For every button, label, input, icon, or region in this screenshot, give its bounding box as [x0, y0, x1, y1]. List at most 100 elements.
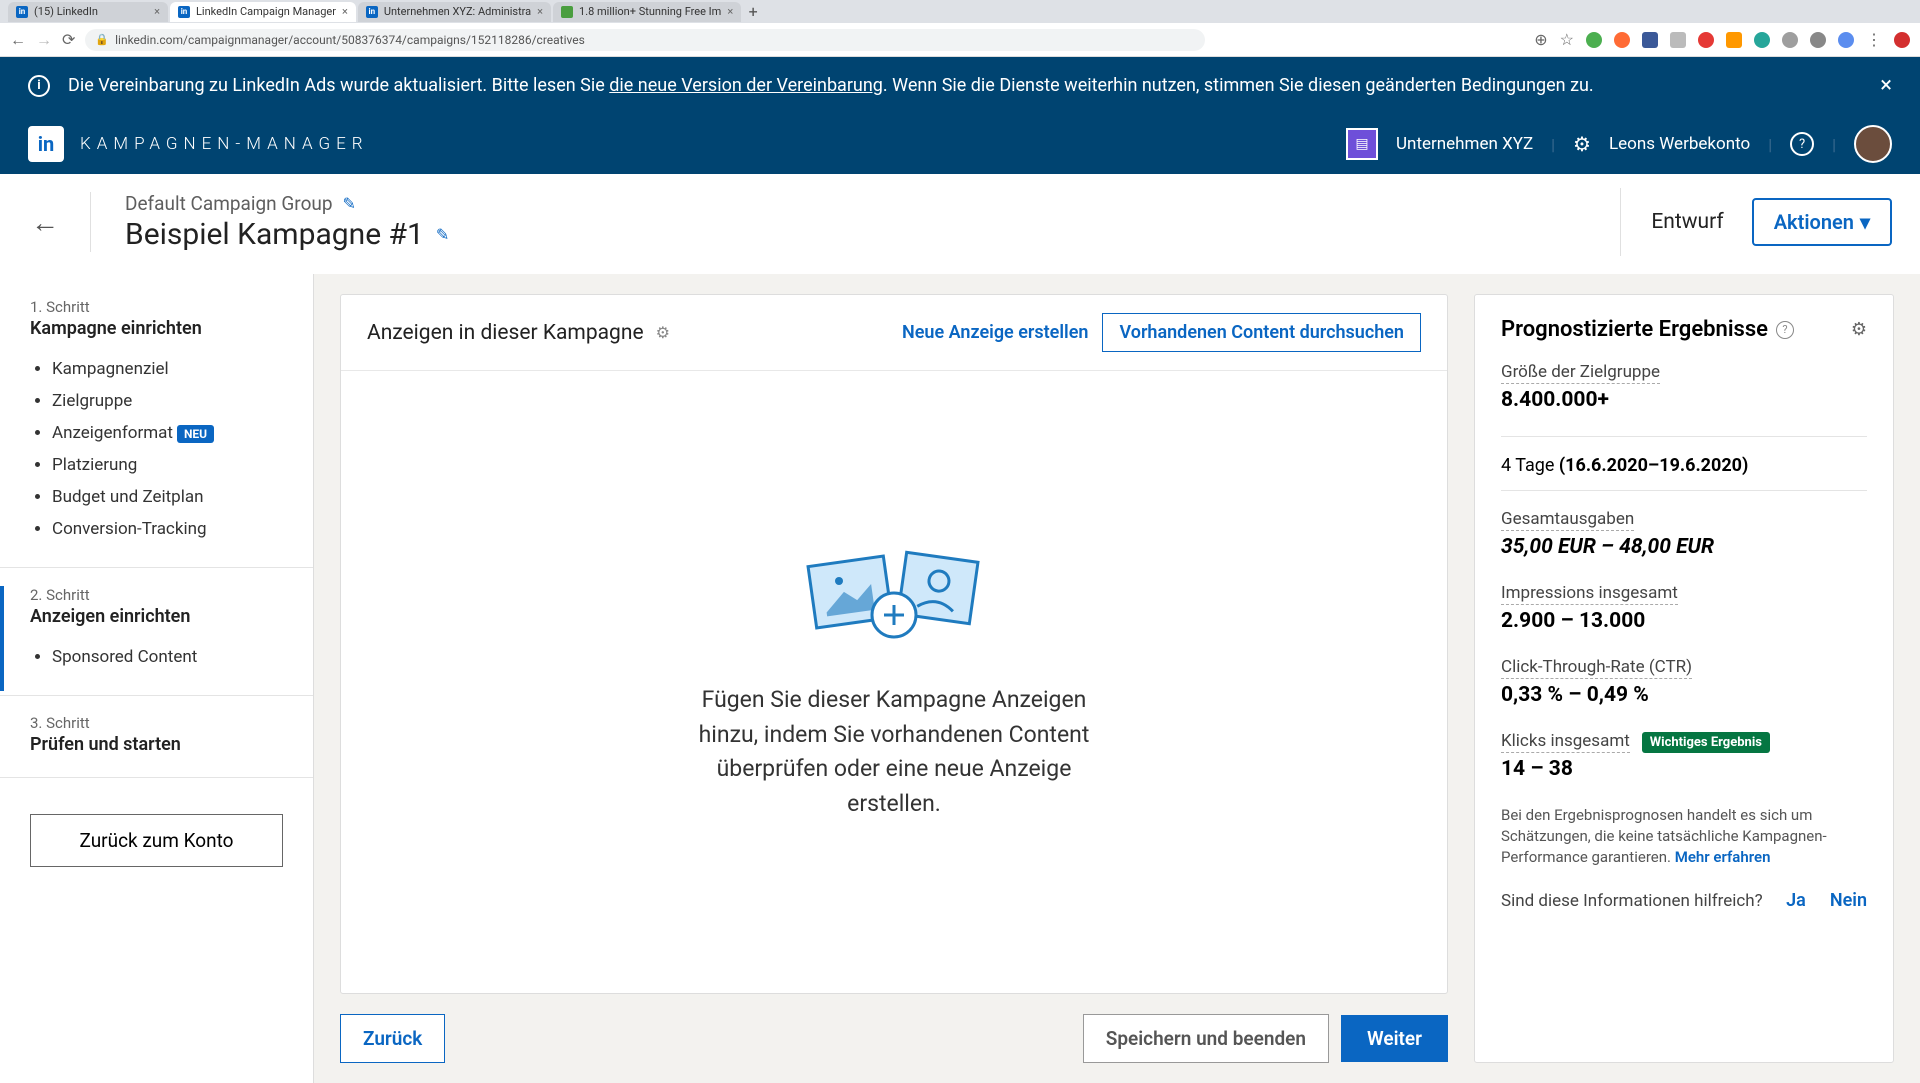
edit-icon[interactable]: ✎	[343, 194, 356, 213]
sidebar-item-anzeigenformat[interactable]: AnzeigenformatNEU	[52, 417, 283, 449]
create-ad-link[interactable]: Neue Anzeige erstellen	[902, 322, 1088, 343]
actions-button[interactable]: Aktionen▾	[1752, 198, 1892, 246]
metric-value: 8.400.000+	[1501, 388, 1867, 412]
url-text: linkedin.com/campaignmanager/account/508…	[115, 33, 585, 47]
info-icon: i	[28, 75, 50, 97]
back-arrow-icon[interactable]: ←	[0, 206, 90, 239]
extension-icon[interactable]	[1810, 32, 1826, 48]
step-title: Anzeigen einrichten	[30, 606, 283, 627]
extension-icon[interactable]	[1726, 32, 1742, 48]
step-1[interactable]: 1. Schritt Kampagne einrichten Kampagnen…	[0, 298, 313, 563]
zoom-icon[interactable]: ⊕	[1534, 30, 1547, 49]
forecast-disclaimer: Bei den Ergebnisprognosen handelt es sic…	[1501, 805, 1867, 868]
forecast-title: Prognostizierte Ergebnisse	[1501, 317, 1768, 342]
divider	[0, 777, 313, 778]
campaign-status: Entwurf	[1651, 210, 1723, 234]
browser-tab-campaign-manager[interactable]: inLinkedIn Campaign Manager×	[170, 2, 356, 22]
helpful-yes-button[interactable]: Ja	[1786, 890, 1806, 911]
close-icon[interactable]: ×	[537, 5, 543, 18]
extension-icon[interactable]	[1782, 32, 1798, 48]
agreement-link[interactable]: die neue Version der Vereinbarung	[609, 75, 883, 96]
gear-icon[interactable]: ⚙	[1573, 132, 1591, 156]
account-name[interactable]: Leons Werbekonto	[1609, 134, 1750, 154]
helpful-prompt: Sind diese Informationen hilfreich? Ja N…	[1501, 890, 1867, 911]
learn-more-link[interactable]: Mehr erfahren	[1675, 848, 1771, 866]
sidebar-item-budget[interactable]: Budget und Zeitplan	[52, 481, 283, 513]
sidebar-item-platzierung[interactable]: Platzierung	[52, 449, 283, 481]
extension-icon[interactable]	[1586, 32, 1602, 48]
close-icon[interactable]: ×	[342, 5, 348, 18]
browser-tab-linkedin[interactable]: in(15) LinkedIn×	[8, 2, 168, 22]
company-name[interactable]: Unternehmen XYZ	[1396, 134, 1533, 154]
profile-avatar-icon[interactable]	[1838, 32, 1854, 48]
browser-tab-unternehmen[interactable]: inUnternehmen XYZ: Administra×	[358, 2, 551, 22]
tab-label: 1.8 million+ Stunning Free Im	[579, 5, 721, 18]
close-icon[interactable]: ×	[154, 5, 160, 18]
step-3[interactable]: 3. Schritt Prüfen und starten	[0, 714, 313, 773]
browser-forward-icon[interactable]: →	[36, 30, 52, 50]
step-label: 3. Schritt	[30, 714, 283, 732]
help-icon[interactable]: ?	[1776, 321, 1794, 339]
campaign-group-name: Default Campaign Group	[125, 192, 333, 215]
empty-state: Fügen Sie dieser Kampagne Anzeigen hinzu…	[341, 371, 1447, 993]
panel-title: Anzeigen in dieser Kampagne	[367, 321, 644, 345]
star-icon[interactable]: ☆	[1560, 30, 1574, 49]
browser-menu-icon[interactable]: ⋮	[1866, 30, 1882, 49]
next-button[interactable]: Weiter	[1341, 1015, 1448, 1062]
empty-state-text: Fügen Sie dieser Kampagne Anzeigen hinzu…	[694, 683, 1094, 821]
step-label: 1. Schritt	[30, 298, 283, 316]
browser-back-icon[interactable]: ←	[10, 30, 26, 50]
separator: |	[1832, 135, 1836, 154]
step-2[interactable]: 2. Schritt Anzeigen einrichten Sponsored…	[0, 586, 313, 691]
helpful-no-button[interactable]: Nein	[1830, 890, 1867, 911]
close-icon[interactable]: ×	[1880, 73, 1892, 98]
sidebar-item-sponsored-content[interactable]: Sponsored Content	[52, 641, 283, 673]
browser-tab-images[interactable]: 1.8 million+ Stunning Free Im ×	[553, 2, 741, 22]
divider	[0, 695, 313, 696]
linkedin-logo[interactable]: in	[28, 126, 64, 162]
tab-label: (15) LinkedIn	[34, 5, 98, 18]
save-exit-button[interactable]: Speichern und beenden	[1083, 1014, 1329, 1063]
tab-label: Unternehmen XYZ: Administra	[384, 5, 531, 18]
url-field[interactable]: 🔒 linkedin.com/campaignmanager/account/5…	[85, 29, 1205, 51]
new-tab-button[interactable]: +	[743, 2, 763, 21]
ctr-metric: Click-Through-Rate (CTR) 0,33 % – 0,49 %	[1501, 657, 1867, 711]
extension-icon[interactable]	[1754, 32, 1770, 48]
edit-icon[interactable]: ✎	[436, 225, 449, 244]
divider	[1501, 490, 1867, 491]
steps-sidebar: 1. Schritt Kampagne einrichten Kampagnen…	[0, 274, 314, 1083]
campaign-name: Beispiel Kampagne #1	[125, 217, 424, 252]
gear-icon[interactable]: ⚙	[1851, 319, 1867, 340]
tab-label: LinkedIn Campaign Manager	[196, 5, 336, 18]
company-badge-icon[interactable]: ▤	[1346, 128, 1378, 160]
back-to-account-button[interactable]: Zurück zum Konto	[30, 814, 283, 867]
browser-tabs-bar: in(15) LinkedIn× inLinkedIn Campaign Man…	[0, 0, 1920, 23]
step-title: Prüfen und starten	[30, 734, 283, 755]
banner-text: Die Vereinbarung zu LinkedIn Ads wurde a…	[68, 75, 1594, 96]
user-avatar[interactable]	[1854, 125, 1892, 163]
footer-buttons: Zurück Speichern und beenden Weiter	[340, 1014, 1448, 1063]
sidebar-item-zielgruppe[interactable]: Zielgruppe	[52, 385, 283, 417]
step-label: 2. Schritt	[30, 586, 283, 604]
extension-icon[interactable]	[1642, 32, 1658, 48]
lock-icon: 🔒	[95, 33, 109, 46]
extension-icon[interactable]	[1670, 32, 1686, 48]
extension-icon[interactable]	[1698, 32, 1714, 48]
clicks-metric: Klicks insgesamt Wichtiges Ergebnis 14 –…	[1501, 731, 1867, 785]
timeframe: 4 Tage (16.6.2020–19.6.2020)	[1501, 455, 1867, 476]
help-icon[interactable]: ?	[1790, 132, 1814, 156]
browser-reload-icon[interactable]: ⟳	[62, 30, 75, 49]
divider	[1501, 436, 1867, 437]
close-icon[interactable]: ×	[727, 5, 733, 18]
content-area: Anzeigen in dieser Kampagne ⚙ Neue Anzei…	[314, 274, 1920, 1083]
gear-icon[interactable]: ⚙	[656, 323, 670, 342]
spend-metric: Gesamtausgaben 35,00 EUR – 48,00 EUR	[1501, 509, 1867, 563]
sidebar-item-conversion[interactable]: Conversion-Tracking	[52, 513, 283, 545]
back-button[interactable]: Zurück	[340, 1014, 445, 1063]
record-icon[interactable]	[1894, 32, 1910, 48]
sidebar-item-kampagnenziel[interactable]: Kampagnenziel	[52, 353, 283, 385]
divider	[0, 567, 313, 568]
extension-icon[interactable]	[1614, 32, 1630, 48]
browse-content-button[interactable]: Vorhandenen Content durchsuchen	[1102, 313, 1421, 352]
metric-value: 14 – 38	[1501, 757, 1867, 781]
